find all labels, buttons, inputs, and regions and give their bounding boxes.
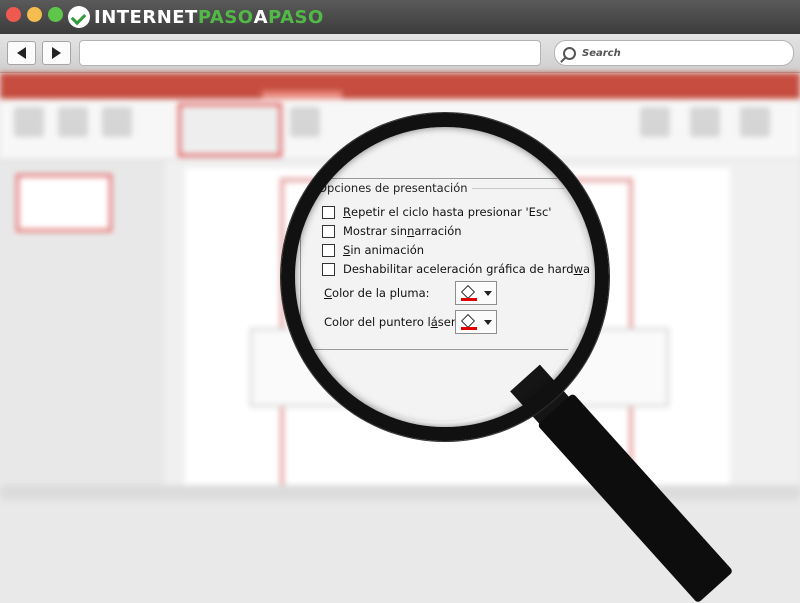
logo-text-a: A [253,6,269,28]
search-input[interactable]: Search [554,40,794,66]
search-placeholder: Search [582,47,621,59]
arrow-left-icon [17,47,26,59]
arrow-right-icon [52,47,61,59]
address-bar[interactable] [79,40,541,66]
logo-text-paso: PASO [197,6,254,28]
logo-text-paso-2: PASO [268,6,324,28]
ribbon-button[interactable] [102,107,132,137]
checkmark-icon [68,6,90,28]
close-window-button[interactable] [6,7,21,22]
ribbon-tabs [0,73,800,99]
ribbon-button[interactable] [740,107,770,137]
slide-thumbnails-pane [0,160,165,500]
ribbon-button[interactable] [690,107,720,137]
browser-toolbar: Search [0,34,800,73]
configure-presentation-button[interactable] [178,103,282,157]
status-bar [0,485,800,500]
logo-text-internet: INTERNET [94,6,198,28]
search-icon [563,46,576,60]
window-titlebar: INTERNET PASO A PASO [0,0,800,34]
maximize-window-button[interactable] [48,7,63,22]
ribbon-button[interactable] [58,107,88,137]
active-tab-highlight [262,91,342,99]
back-button[interactable] [7,41,36,65]
site-logo: INTERNET PASO A PASO [68,5,324,29]
ribbon-button[interactable] [640,107,670,137]
magnifier-rim [281,113,609,441]
ribbon-button[interactable] [14,107,44,137]
slide-thumbnail[interactable] [16,174,112,232]
minimize-window-button[interactable] [27,7,42,22]
forward-button[interactable] [42,41,71,65]
